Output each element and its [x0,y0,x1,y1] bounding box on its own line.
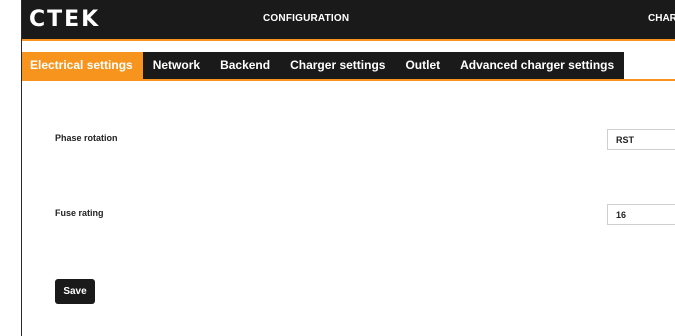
top-bar: CTEK CONFIGURATION CHARG [22,0,675,41]
charger-menu-label[interactable]: CHARG [648,13,675,24]
app-window: CTEK CONFIGURATION CHARG Electrical sett… [21,0,675,336]
page: CTEK CONFIGURATION CHARG Electrical sett… [0,0,675,336]
tab-backend[interactable]: Backend [210,52,280,79]
ctek-logo[interactable]: CTEK [29,8,100,32]
phase-rotation-label: Phase rotation [55,133,118,143]
tab-advanced-charger-settings[interactable]: Advanced charger settings [450,52,624,79]
tab-charger-settings[interactable]: Charger settings [280,52,395,79]
left-margin [0,0,21,336]
page-title: CONFIGURATION [263,13,350,24]
tab-network[interactable]: Network [143,52,210,79]
tab-underline [22,79,675,81]
tab-bar: Electrical settings Network Backend Char… [22,52,625,79]
fuse-rating-label: Fuse rating [55,208,104,218]
phase-rotation-input[interactable] [607,129,675,150]
tab-electrical-settings[interactable]: Electrical settings [22,52,143,79]
tab-outlet[interactable]: Outlet [395,52,450,79]
save-button[interactable]: Save [55,279,95,304]
fuse-rating-input[interactable] [607,204,675,225]
